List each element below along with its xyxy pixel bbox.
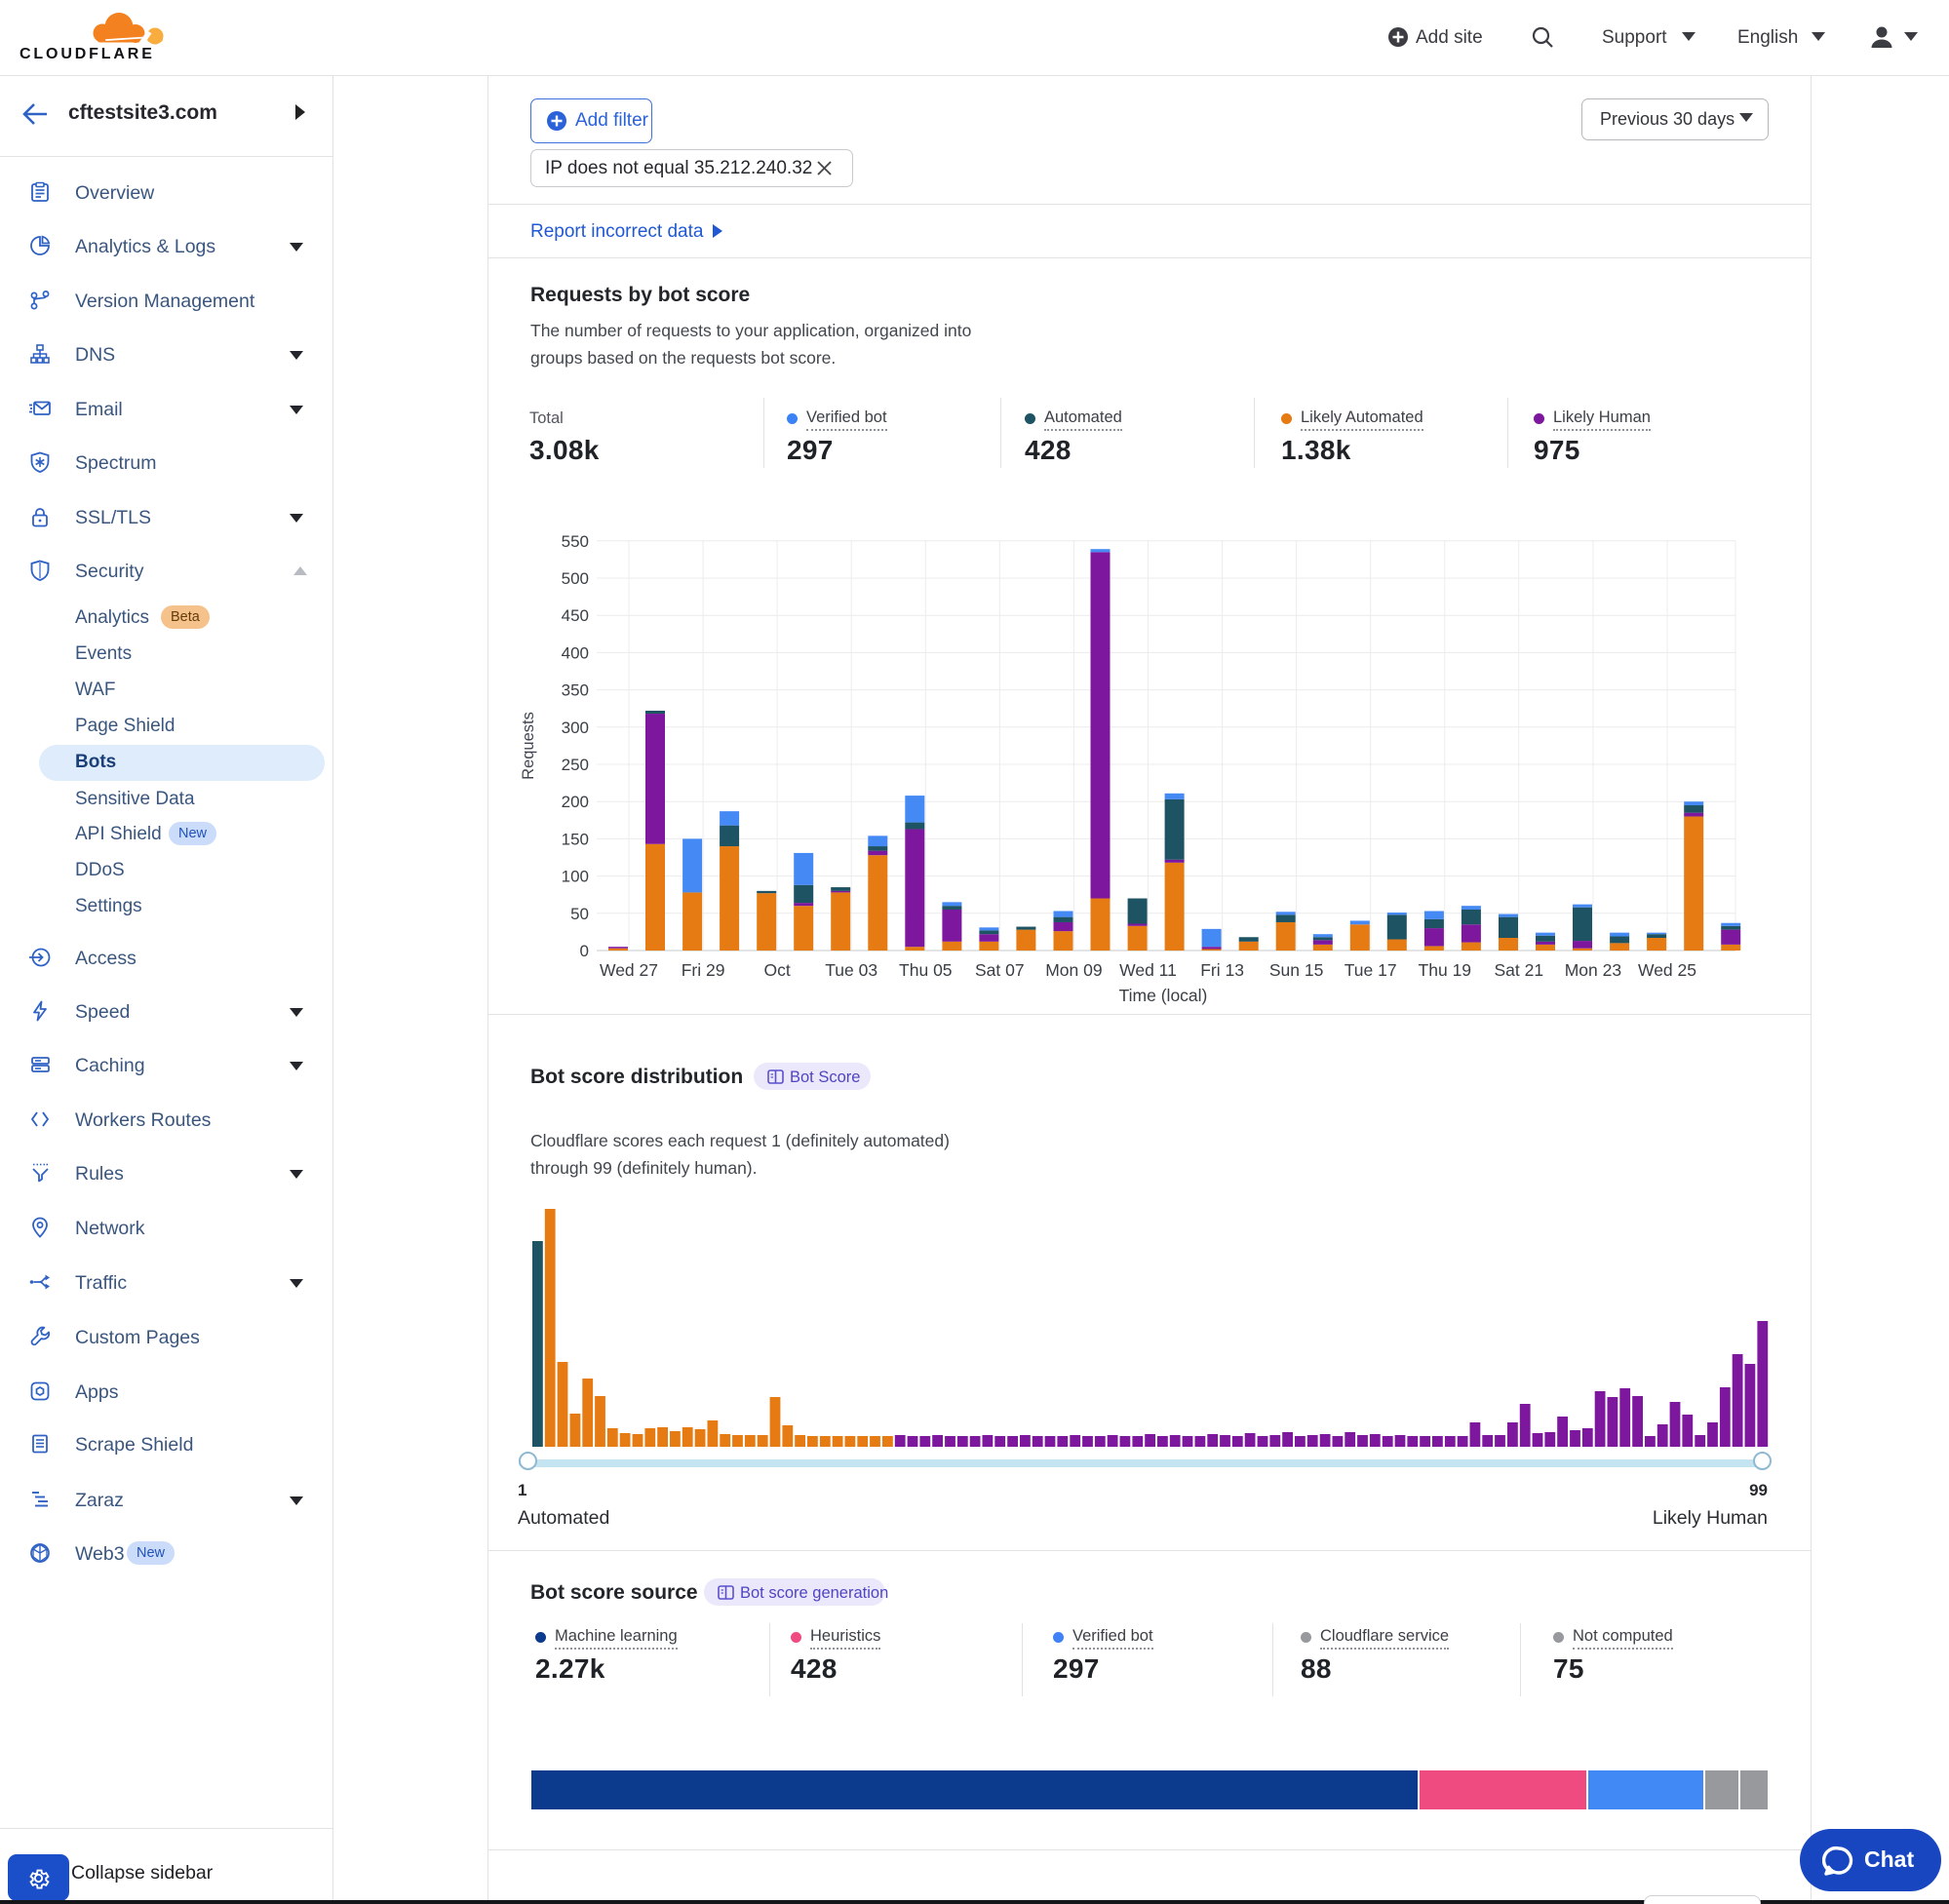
svg-text:450: 450 (562, 606, 589, 625)
svg-text:300: 300 (562, 719, 589, 737)
svg-text:Fri 29: Fri 29 (682, 960, 725, 980)
svg-text:250: 250 (562, 756, 589, 774)
svg-text:550: 550 (562, 532, 589, 551)
svg-text:Thu 05: Thu 05 (899, 960, 952, 980)
svg-text:50: 50 (570, 905, 589, 923)
svg-text:Time (local): Time (local) (1119, 986, 1208, 1005)
svg-text:Sat 07: Sat 07 (975, 960, 1025, 980)
svg-text:350: 350 (562, 681, 589, 700)
svg-text:Mon 09: Mon 09 (1045, 960, 1102, 980)
svg-text:200: 200 (562, 793, 589, 811)
svg-text:Requests: Requests (520, 712, 537, 780)
svg-text:Mon 23: Mon 23 (1565, 960, 1621, 980)
svg-text:100: 100 (562, 868, 589, 886)
svg-text:Oct: Oct (763, 960, 790, 980)
svg-text:Sat 21: Sat 21 (1494, 960, 1543, 980)
svg-text:CLOUDFLARE: CLOUDFLARE (19, 46, 155, 62)
svg-text:Wed 11: Wed 11 (1119, 960, 1177, 980)
svg-text:Fri 13: Fri 13 (1200, 960, 1244, 980)
svg-text:400: 400 (562, 643, 589, 662)
svg-text:Tue 03: Tue 03 (825, 960, 877, 980)
svg-text:Sun 15: Sun 15 (1269, 960, 1323, 980)
svg-text:Wed 25: Wed 25 (1638, 960, 1696, 980)
svg-text:Thu 19: Thu 19 (1419, 960, 1471, 980)
svg-text:500: 500 (562, 569, 589, 588)
svg-text:0: 0 (580, 942, 589, 960)
svg-text:Wed 27: Wed 27 (600, 960, 658, 980)
svg-text:150: 150 (562, 830, 589, 848)
svg-text:Tue 17: Tue 17 (1345, 960, 1397, 980)
